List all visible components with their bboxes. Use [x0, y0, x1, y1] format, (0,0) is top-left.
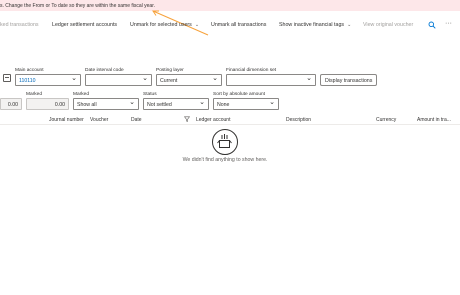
posting-layer-value: Current	[160, 77, 178, 84]
show-inactive-tags-button[interactable]: Show inactive financial tags ⌄	[279, 22, 351, 28]
sort-by-field[interactable]: None	[213, 98, 279, 110]
status-value: Not settled	[147, 101, 172, 108]
display-transactions-button[interactable]: Display transactions	[320, 74, 378, 86]
grid-header: Journal number Voucher Date Ledger accou…	[0, 114, 460, 125]
posting-layer-label: Posting layer	[156, 68, 184, 73]
view-original-voucher-button[interactable]: View original voucher	[363, 22, 413, 28]
column-ledger-account[interactable]: Ledger account	[196, 117, 230, 123]
empty-state-icon	[212, 129, 238, 155]
column-description[interactable]: Description	[286, 117, 311, 123]
marked-field[interactable]: Show all	[73, 98, 139, 110]
marked-label: Marked	[73, 92, 89, 97]
sort-by-value: None	[217, 101, 230, 108]
search-icon[interactable]	[428, 21, 436, 31]
column-date[interactable]: Date	[131, 117, 142, 123]
search-icon-graphic	[428, 21, 436, 29]
chevron-down-icon: ⌄	[194, 22, 200, 28]
financial-dimension-set-label: Financial dimension set	[226, 68, 277, 73]
more-icon[interactable]: ···	[445, 20, 452, 27]
error-banner: s. Change the From or To date so they ar…	[0, 0, 460, 11]
column-amount[interactable]: Amount in tra...	[417, 117, 451, 123]
status-label: Status	[143, 92, 157, 97]
main-account-field[interactable]: 110110	[15, 74, 81, 86]
show-inactive-tags-label: Show inactive financial tags	[279, 22, 345, 28]
marked-transactions-button[interactable]: ked transactions	[0, 22, 39, 28]
filter-icon[interactable]	[183, 116, 191, 124]
calendar-icon[interactable]	[3, 74, 11, 82]
amount-field: 0.00	[0, 98, 22, 110]
empty-box-icon	[217, 134, 232, 148]
status-field[interactable]: Not settled	[143, 98, 209, 110]
action-toolbar: ked transactions Ledger settlement accou…	[0, 19, 460, 33]
error-message: s. Change the From or To date so they ar…	[0, 3, 155, 9]
marked-value: Show all	[77, 101, 97, 108]
chevron-down-icon: ⌄	[347, 22, 352, 28]
unmark-selected-users-label: Unmark for selected users	[130, 22, 192, 28]
column-voucher[interactable]: Voucher	[90, 117, 108, 123]
unmark-selected-users-button[interactable]: Unmark for selected users ⌄	[130, 22, 199, 28]
posting-layer-field[interactable]: Current	[156, 74, 222, 86]
empty-state-message: We didn't find anything to show here.	[182, 157, 268, 163]
marked-amount-label: Marked	[26, 92, 42, 97]
filter-icon-graphic	[183, 116, 191, 122]
column-currency[interactable]: Currency	[376, 117, 396, 123]
date-interval-code-label: Date interval code	[85, 68, 124, 73]
main-account-label: Main account	[15, 68, 44, 73]
column-journal-number[interactable]: Journal number	[49, 117, 84, 123]
ledger-settlement-accounts-button[interactable]: Ledger settlement accounts	[52, 22, 117, 28]
main-account-value: 110110	[19, 77, 36, 84]
date-interval-code-field[interactable]	[85, 74, 152, 86]
marked-amount-field: 0.00	[26, 98, 69, 110]
financial-dimension-set-field[interactable]	[226, 74, 316, 86]
sort-by-label: Sort by absolute amount	[213, 92, 265, 97]
unmark-all-transactions-button[interactable]: Unmark all transactions	[211, 22, 266, 28]
